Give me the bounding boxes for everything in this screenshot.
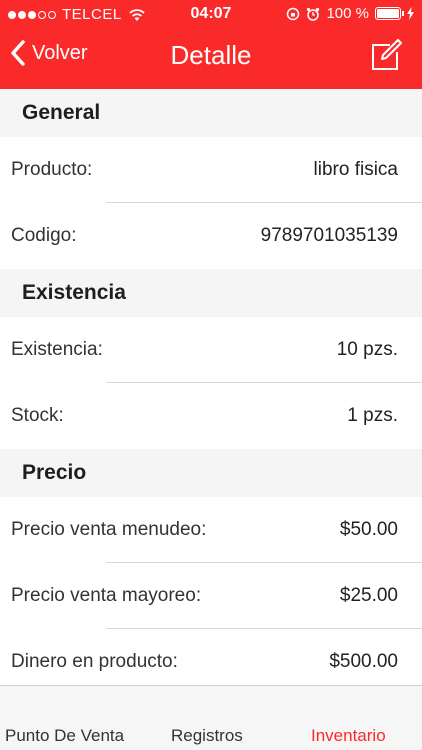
charging-bolt-icon [407,7,414,20]
alarm-icon [307,7,320,21]
row-value: $25.00 [339,585,398,606]
row-stock: Stock: 1 pzs. [0,383,422,449]
row-label: Precio venta mayoreo: [11,585,202,606]
tab-inventario[interactable]: Inventario [311,726,386,746]
row-producto: Producto: libro fisica [0,137,422,203]
row-value: 10 pzs. [336,339,398,360]
section-header-general: General [0,89,422,137]
row-label: Precio venta menudeo: [11,519,207,540]
row-label: Stock: [11,405,64,426]
detail-list[interactable]: General Producto: libro fisica Codigo: 9… [0,89,422,685]
row-existencia: Existencia: 10 pzs. [0,317,422,383]
row-precio-mayoreo: Precio venta mayoreo: $25.00 [0,563,422,629]
row-dinero-producto: Dinero en producto: $500.00 [0,629,422,685]
status-right: 100 % [286,5,414,22]
page-title: Detalle [170,40,252,70]
row-value: $50.00 [339,519,398,540]
row-value: 1 pzs. [347,405,398,426]
row-label: Dinero en producto: [11,651,178,672]
battery-icon [375,7,404,20]
edit-icon[interactable] [370,38,402,72]
tab-punto-de-venta[interactable]: Punto De Venta [5,726,124,746]
row-label: Existencia: [11,339,103,360]
status-bar: TELCEL 04:07 100 % [0,0,422,30]
battery-percent: 100 % [326,5,369,22]
row-label: Producto: [11,159,93,180]
row-label: Codigo: [11,225,77,246]
navigation-bar: Volver Detalle [0,30,422,82]
row-value: libro fisica [313,159,398,180]
tab-bar: Punto De Venta Registros Inventario [0,685,422,750]
row-value: 9789701035139 [260,225,398,246]
top-bar: TELCEL 04:07 100 % Volver Detalle [0,0,422,89]
row-codigo: Codigo: 9789701035139 [0,203,422,269]
tab-registros[interactable]: Registros [171,726,243,746]
row-value: $500.00 [329,651,398,672]
section-header-precio: Precio [0,449,422,497]
row-precio-menudeo: Precio venta menudeo: $50.00 [0,497,422,563]
rotation-lock-icon [287,7,300,20]
section-header-existencia: Existencia [0,269,422,317]
